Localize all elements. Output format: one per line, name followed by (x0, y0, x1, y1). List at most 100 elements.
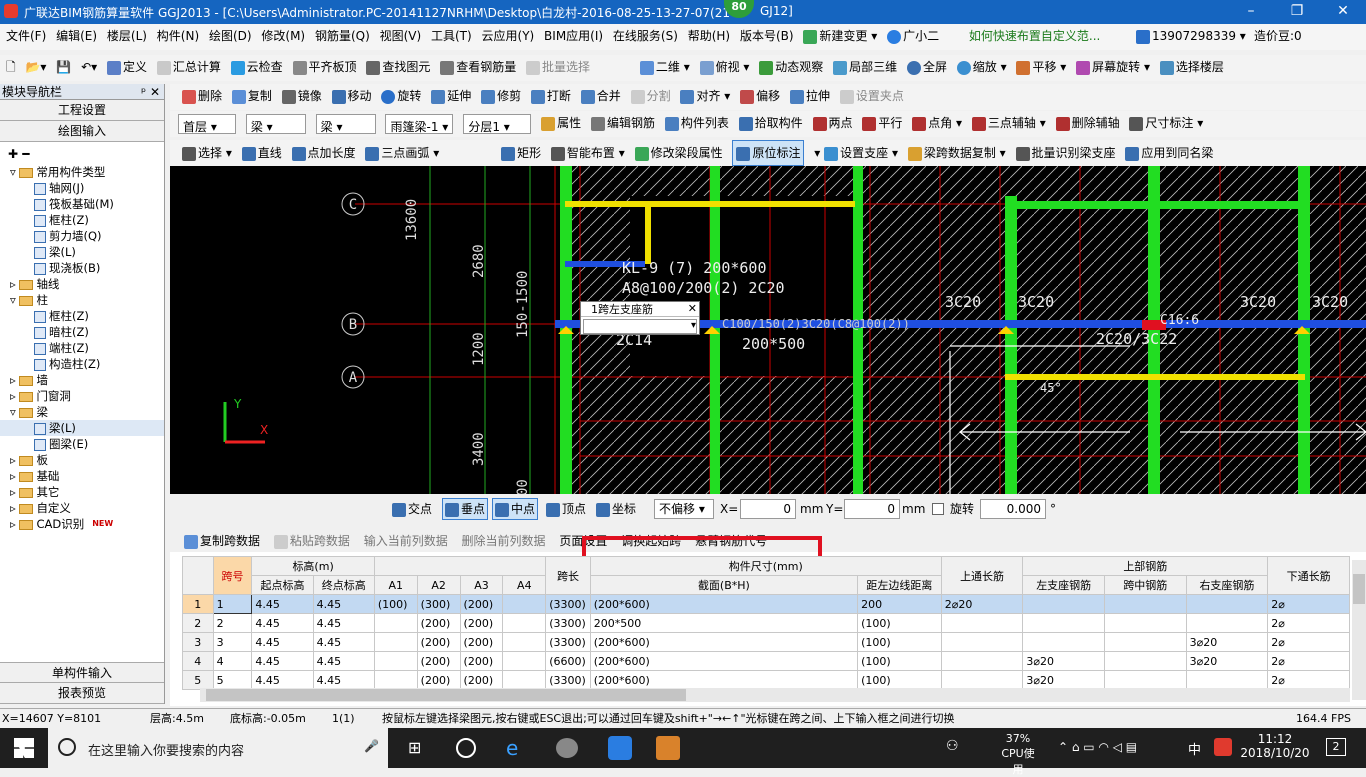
table-cell[interactable]: 1 (212, 594, 253, 614)
table-cell[interactable]: (3300) (545, 670, 591, 690)
popup-close-icon[interactable]: ✕ (688, 302, 697, 315)
table-cell[interactable]: 4.45 (251, 651, 314, 671)
table-cell[interactable] (373, 670, 418, 690)
edit-rebar-button[interactable]: 编辑钢筋 (590, 111, 655, 135)
minimize-button[interactable]: – (1228, 0, 1274, 24)
mic-icon[interactable]: 🎤 (364, 739, 379, 753)
table-cell[interactable]: (100) (857, 613, 942, 633)
table-cell[interactable]: (200*600) (589, 670, 859, 690)
menu-floor[interactable]: 楼层(L) (107, 24, 147, 48)
menu-rebar[interactable]: 钢筋量(Q) (315, 24, 370, 48)
vertical-scrollbar[interactable] (1352, 560, 1366, 700)
expand-arrow-icon[interactable]: ▿ (10, 165, 19, 179)
table-cell[interactable] (502, 594, 547, 614)
batch-select-button[interactable]: 批量选择 (526, 55, 590, 79)
copy-span-data-button[interactable]: 复制跨数据 (184, 534, 260, 549)
table-cell[interactable]: (200*600) (589, 594, 859, 614)
subtype-select[interactable]: 梁 ▾ (315, 113, 376, 134)
orbit-button[interactable]: 动态观察 (759, 55, 823, 79)
table-cell[interactable]: (200) (416, 651, 461, 671)
table-cell[interactable]: 4.45 (251, 613, 314, 633)
table-cell[interactable] (1104, 594, 1187, 614)
table-cell[interactable]: (200) (416, 613, 461, 633)
tree-item[interactable]: ▹ 基础 (0, 468, 164, 484)
table-cell[interactable] (373, 651, 418, 671)
tree-item[interactable]: 暗柱(Z) (0, 324, 164, 340)
offset-select[interactable]: 不偏移 ▾ (654, 499, 714, 519)
expand-collapse-icon[interactable]: ✚ ━ (0, 142, 164, 164)
table-cell[interactable]: (3300) (545, 632, 591, 652)
define-button[interactable]: 定义 (106, 55, 147, 79)
horizontal-scrollbar[interactable] (200, 688, 1350, 702)
pick-component-button[interactable]: 拾取构件 (738, 111, 803, 135)
table-cell[interactable]: 2⌀ (1267, 613, 1350, 633)
close-button[interactable]: ✕ (1320, 0, 1366, 24)
expand-arrow-icon[interactable]: ▿ (10, 293, 19, 307)
table-cell[interactable]: 2 (212, 613, 253, 633)
table-cell[interactable] (1022, 613, 1105, 633)
table-cell[interactable]: (200) (459, 670, 504, 690)
expand-arrow-icon[interactable]: ▿ (10, 405, 19, 419)
snap-midpoint[interactable]: 中点 (492, 498, 539, 520)
fan-app-icon[interactable] (456, 738, 476, 758)
menu-new-change[interactable]: 新建变更 ▾ (803, 24, 877, 48)
offset-button[interactable]: 偏移 (740, 84, 780, 108)
table-cell[interactable] (1104, 632, 1187, 652)
x-input[interactable]: 0 (740, 499, 796, 519)
cloud-check-button[interactable]: 云检查 (230, 55, 283, 79)
support-rebar-input[interactable]: ▾ (583, 319, 697, 334)
trim-button[interactable]: 修剪 (481, 84, 521, 108)
snap-intersection[interactable]: 交点 (392, 496, 432, 522)
table-cell[interactable]: 4.45 (251, 594, 314, 614)
copy-button[interactable]: 复制 (231, 84, 272, 108)
table-cell[interactable]: (200) (459, 613, 504, 633)
table-cell[interactable]: (6600) (545, 651, 591, 671)
tree-item[interactable]: ▹ 墙 (0, 372, 164, 388)
fullscreen-button[interactable]: 全屏 (906, 55, 947, 79)
table-row[interactable]: 4 4 4.45 4.45 (200) (200) (6600) (200*600) (100)… (182, 651, 1350, 671)
menu-help[interactable]: 帮助(H) (688, 24, 730, 48)
menu-assistant[interactable]: 广小二 (887, 24, 939, 48)
table-cell[interactable]: (100) (857, 632, 942, 652)
break-button[interactable]: 打断 (530, 84, 571, 108)
in-situ-annotation-button[interactable]: 原位标注 (732, 140, 805, 166)
table-cell[interactable] (1104, 651, 1187, 671)
menu-view[interactable]: 视图(V) (380, 24, 422, 48)
table-cell[interactable]: (200) (459, 651, 504, 671)
y-input[interactable]: 0 (844, 499, 900, 519)
pin-close-icon[interactable]: ᵖ ✕ (141, 84, 160, 100)
table-cell[interactable]: 200 (857, 594, 942, 614)
rotate-screen-button[interactable]: 屏幕旋转 ▾ (1076, 55, 1150, 79)
set-support-button[interactable]: ▾ 设置支座 ▾ (814, 141, 898, 165)
tree-item[interactable]: 剪力墙(Q) (0, 228, 164, 244)
table-cell[interactable]: 3⌀20 (1022, 670, 1105, 690)
clock[interactable]: 11:12 2018/10/20 (1240, 732, 1310, 760)
tree-item[interactable]: 现浇板(B) (0, 260, 164, 276)
component-select[interactable]: 雨篷梁-1 ▾ (385, 113, 454, 134)
table-row[interactable]: 5 5 4.45 4.45 (200) (200) (3300) (200*600) (100)… (182, 670, 1350, 690)
delete-button[interactable]: 删除 (182, 84, 222, 108)
menu-modify[interactable]: 修改(M) (261, 24, 305, 48)
rotate-button[interactable]: 旋转 (381, 84, 421, 108)
table-cell[interactable]: 200*500 (589, 613, 859, 633)
local-3d-button[interactable]: 局部三维 (833, 55, 897, 79)
table-cell[interactable]: 2⌀20 (940, 594, 1024, 614)
stretch-button[interactable]: 拉伸 (789, 84, 830, 108)
drawing-input-button[interactable]: 绘图输入 (0, 121, 164, 142)
people-icon[interactable]: ⚇ (946, 738, 959, 754)
apply-same-name-button[interactable]: 应用到同名梁 (1125, 141, 1213, 165)
table-cell[interactable] (940, 670, 1024, 690)
table-cell[interactable] (502, 613, 547, 633)
two-point-button[interactable]: 两点 (812, 111, 853, 135)
table-cell[interactable]: 3⌀20 (1022, 651, 1105, 671)
single-component-button[interactable]: 单构件输入 (0, 662, 164, 683)
snap-vertex[interactable]: 顶点 (546, 496, 586, 522)
open-file-icon[interactable]: 📂▾ (25, 55, 46, 79)
notification-icon[interactable]: 2 (1326, 738, 1346, 756)
set-grip-button[interactable]: 设置夹点 (839, 84, 904, 108)
tree-item[interactable]: 构造柱(Z) (0, 356, 164, 372)
table-cell[interactable]: (100) (857, 651, 942, 671)
select-floor-button[interactable]: 选择楼层 (1159, 55, 1224, 79)
flush-slab-button[interactable]: 平齐板顶 (292, 55, 357, 79)
table-cell[interactable] (1022, 594, 1105, 614)
